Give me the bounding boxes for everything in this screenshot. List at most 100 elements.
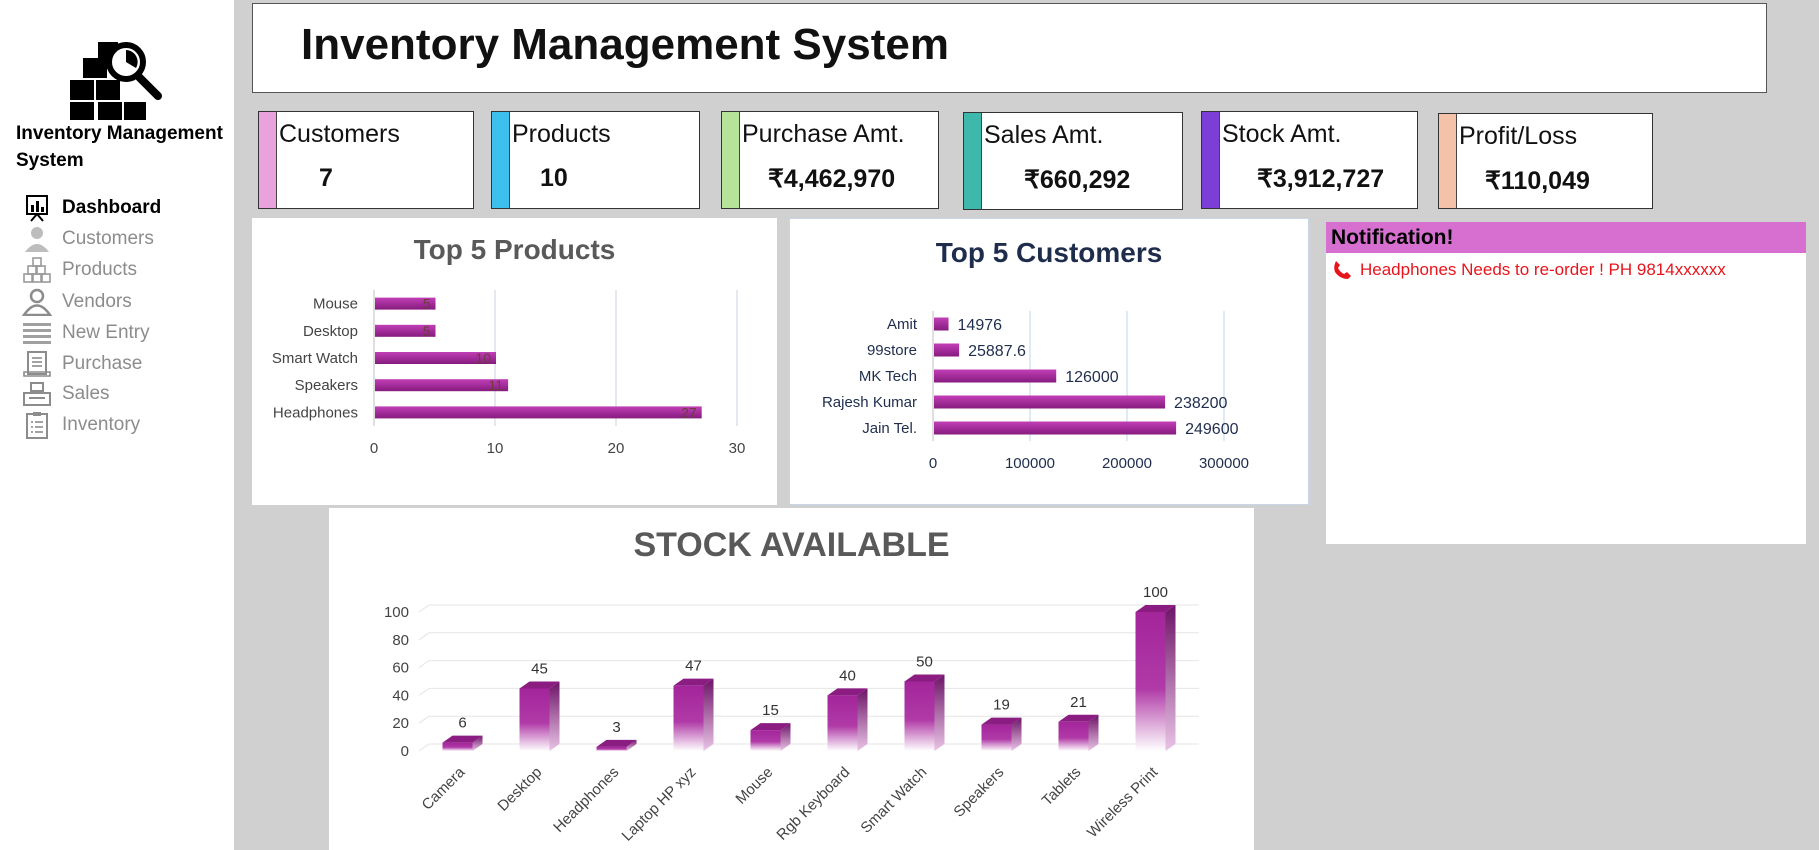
bar (673, 685, 704, 751)
data-label: 5 (423, 323, 431, 339)
notification-message-row[interactable]: Headphones Needs to re-order ! PH 9814xx… (1332, 260, 1726, 280)
data-label: 25887.6 (968, 343, 1026, 360)
phone-icon (1332, 260, 1352, 280)
bar (375, 406, 702, 419)
nav-item-inventory[interactable]: Inventory (20, 412, 141, 439)
x-category-label: Wireless Print (1084, 763, 1162, 841)
gridline-depth (418, 632, 430, 641)
nav-label: Customers (62, 228, 154, 249)
x-category-label: Mouse (732, 764, 776, 808)
bar (519, 688, 550, 751)
nav-label: Purchase (62, 353, 143, 374)
data-label: 10 (475, 350, 491, 366)
data-label: 14976 (958, 317, 1003, 334)
page-title: Inventory Management System (301, 20, 949, 69)
gridline-depth (418, 715, 430, 724)
bar (442, 742, 473, 751)
bar (904, 681, 935, 751)
top-customers-chart: 0 100000 200000 300000 Amit 14976 99store 25887… (822, 311, 1249, 472)
bar (934, 317, 949, 331)
y-category-label: Amit (887, 316, 918, 333)
x-tick-label: 10 (487, 440, 504, 457)
bar (934, 421, 1177, 435)
x-tick-label: 200000 (1102, 455, 1152, 472)
nav-label: Dashboard (62, 197, 162, 218)
bar (827, 695, 858, 751)
keyboard-icon (20, 320, 54, 346)
bar-side (934, 674, 945, 751)
y-category-label: MK Tech (859, 368, 917, 385)
kpi-card-profit-loss[interactable]: Profit/Loss ₹110,049 (1438, 113, 1653, 209)
nav-item-products[interactable]: Products (20, 257, 137, 283)
kpi-color-strip (492, 112, 510, 208)
clipboard-list-icon (20, 412, 54, 439)
notification-message: Headphones Needs to re-order ! PH 9814xx… (1360, 260, 1726, 279)
x-category-label: Rgb Keyboard (773, 764, 853, 844)
kpi-card-purchase-amount[interactable]: Purchase Amt. ₹4,462,970 (721, 111, 939, 209)
kpi-label: Stock Amt. (1222, 120, 1342, 148)
data-label: 19 (993, 697, 1010, 714)
data-label: 21 (1070, 694, 1087, 711)
nav-item-new-entry[interactable]: New Entry (20, 320, 150, 346)
kpi-label: Customers (279, 120, 400, 148)
y-category-label: Desktop (303, 323, 358, 340)
kpi-card-stock-amount[interactable]: Stock Amt. ₹3,912,727 (1201, 111, 1418, 209)
bar (934, 369, 1057, 383)
bar (934, 395, 1166, 409)
data-label: 47 (685, 658, 702, 675)
kpi-color-strip (964, 113, 982, 209)
x-tick-label: 300000 (1199, 455, 1249, 472)
x-tick-label: 100000 (1005, 455, 1055, 472)
kpi-card-products[interactable]: Products 10 (491, 111, 700, 209)
kpi-card-customers[interactable]: Customers 7 (258, 111, 474, 209)
nav-item-purchase[interactable]: Purchase (20, 351, 142, 377)
top-products-panel: Top 5 Products 0 10 20 30 Mouse 5 Desktop 5 Smar… (252, 218, 777, 505)
nav-label: Vendors (62, 291, 132, 312)
bar-side (1165, 605, 1176, 751)
bar-side (549, 681, 560, 751)
kpi-card-sales-amount[interactable]: Sales Amt. ₹660,292 (963, 112, 1183, 210)
bar (934, 343, 960, 357)
data-label: 238200 (1174, 395, 1227, 412)
top-customers-panel: Top 5 Customers 0 100000 200000 300000 Amit 1… (789, 218, 1309, 505)
data-label: 249600 (1185, 421, 1238, 438)
nav-item-customers[interactable]: Customers (20, 226, 154, 252)
presentation-chart-icon (20, 195, 54, 222)
bar (750, 730, 781, 751)
y-tick-label: 60 (392, 660, 409, 677)
data-label: 40 (839, 667, 856, 684)
nav-item-sales[interactable]: Sales (20, 381, 110, 407)
bar (596, 746, 627, 751)
x-tick-label: 30 (729, 440, 746, 457)
receipt-icon (20, 351, 54, 377)
y-category-label: Mouse (313, 296, 358, 313)
y-tick-label: 40 (392, 687, 409, 704)
kpi-color-strip (1439, 114, 1457, 208)
boxes-icon (20, 257, 54, 283)
x-tick-label: 0 (929, 455, 937, 472)
nav-label: Inventory (62, 414, 141, 435)
kpi-color-strip (722, 112, 740, 208)
bar-side (857, 688, 868, 751)
bar-side (703, 678, 714, 751)
nav-item-vendors[interactable]: Vendors (20, 288, 132, 316)
nav-item-dashboard[interactable]: Dashboard (20, 195, 162, 222)
data-label: 5 (423, 296, 431, 312)
x-tick-label: 20 (608, 440, 625, 457)
y-tick-label: 100 (384, 604, 409, 621)
bar (981, 724, 1012, 751)
bar (1135, 612, 1166, 751)
app-name: Inventory Management System (16, 123, 223, 171)
notification-title: Notification! (1326, 222, 1806, 253)
cash-register-icon (20, 381, 54, 407)
data-label: 6 (458, 715, 466, 732)
user-icon (20, 226, 54, 252)
y-tick-label: 0 (401, 743, 409, 760)
data-label: 11 (489, 377, 504, 393)
kpi-value: ₹660,292 (1024, 166, 1131, 194)
y-category-label: Smart Watch (272, 350, 358, 367)
gridline-depth (418, 660, 430, 669)
x-category-label: Speakers (950, 764, 1007, 821)
kpi-label: Sales Amt. (984, 121, 1104, 149)
kpi-label: Products (512, 120, 611, 148)
